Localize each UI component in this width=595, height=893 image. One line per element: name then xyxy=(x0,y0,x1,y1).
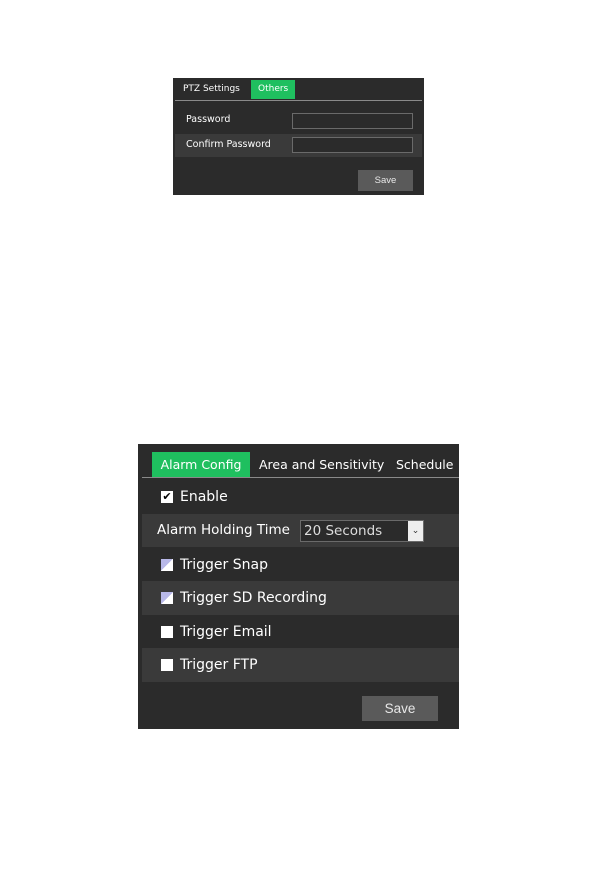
trigger-ftp-label: Trigger FTP xyxy=(180,657,258,673)
trigger-email-checkbox[interactable] xyxy=(161,626,173,638)
chevron-down-icon[interactable]: ⌄ xyxy=(408,521,423,541)
password-input[interactable] xyxy=(292,113,413,129)
trigger-snap-checkbox[interactable] xyxy=(161,559,173,571)
confirm-password-input[interactable] xyxy=(292,137,413,153)
alarm-holding-time-label: Alarm Holding Time xyxy=(157,522,290,538)
tab-ptz-settings[interactable]: PTZ Settings xyxy=(178,80,245,99)
tab-alarm-config[interactable]: Alarm Config xyxy=(152,452,250,477)
trigger-email-label: Trigger Email xyxy=(180,624,272,640)
trigger-sd-recording-label: Trigger SD Recording xyxy=(180,590,327,606)
document-page: PTZ Settings Others Password Confirm Pas… xyxy=(0,0,595,893)
ptz-others-panel: PTZ Settings Others Password Confirm Pas… xyxy=(173,78,424,195)
trigger-sd-recording-checkbox[interactable] xyxy=(161,592,173,604)
select-value: 20 Seconds xyxy=(304,523,383,539)
tab-schedule[interactable]: Schedule xyxy=(396,452,453,477)
enable-label: Enable xyxy=(180,489,228,505)
save-button[interactable]: Save xyxy=(358,170,413,191)
tab-others[interactable]: Others xyxy=(251,80,296,99)
alarm-config-panel: Alarm Config Area and Sensitivity Schedu… xyxy=(138,444,459,729)
tab-divider xyxy=(175,100,422,101)
confirm-password-label: Confirm Password xyxy=(186,139,271,150)
trigger-snap-label: Trigger Snap xyxy=(180,557,268,573)
tab-area-and-sensitivity[interactable]: Area and Sensitivity xyxy=(259,452,384,477)
password-label: Password xyxy=(186,114,231,125)
alarm-holding-time-select[interactable]: 20 Seconds ⌄ xyxy=(300,520,424,542)
tab-divider xyxy=(142,477,459,478)
trigger-ftp-checkbox[interactable] xyxy=(161,659,173,671)
save-button[interactable]: Save xyxy=(362,696,438,721)
enable-checkbox[interactable]: ✔ xyxy=(161,491,173,503)
